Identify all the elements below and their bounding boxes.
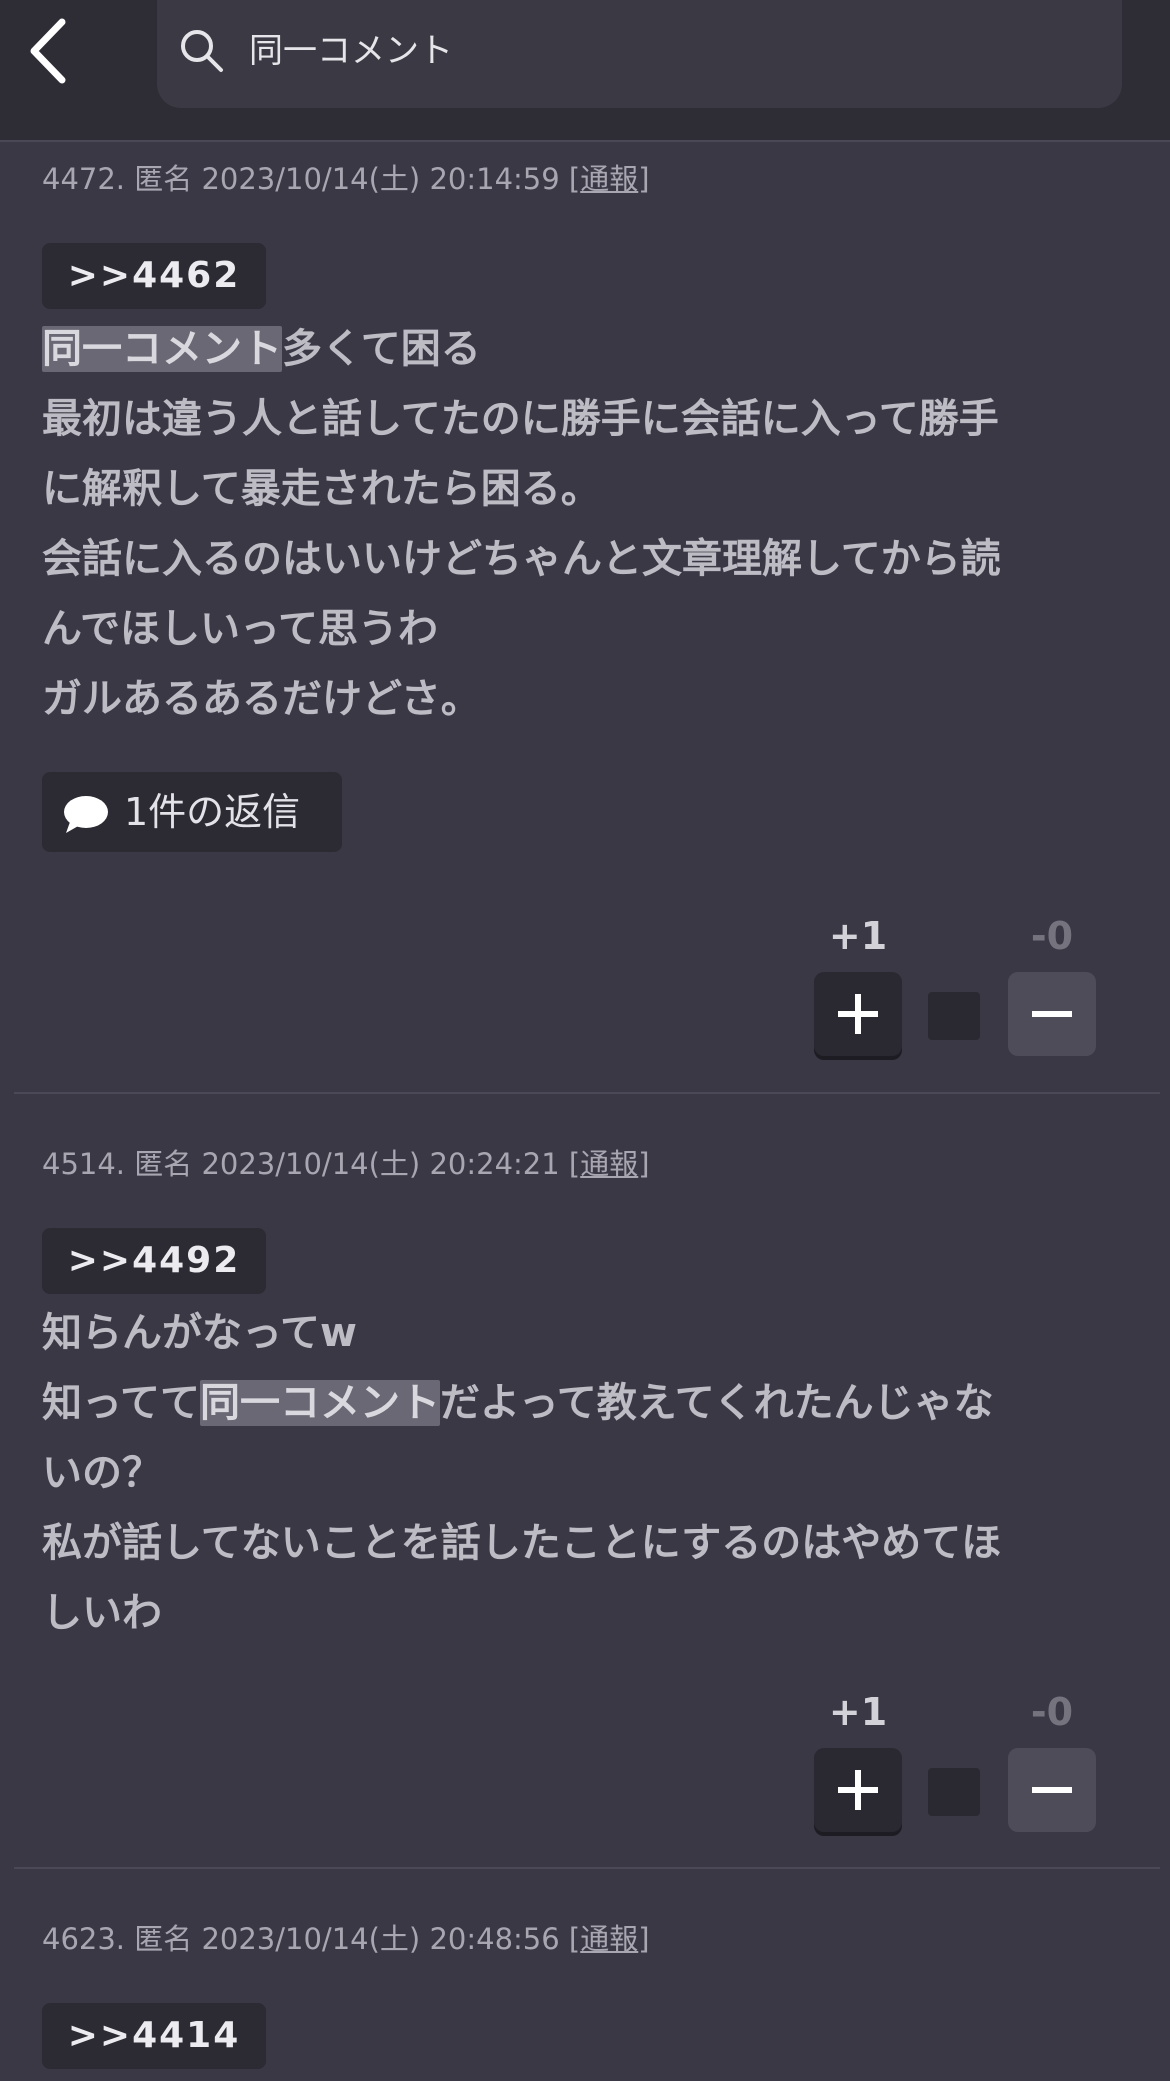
comment-line: 私が話してないことを話したことにするのはやめてほ [42,1520,1002,1566]
post-header-text: 4623. 匿名 2023/10/14(土) 20:48:56 [ [42,1922,581,1956]
plus-icon [838,1770,878,1810]
vote-indicator [928,992,980,1040]
top-bar: 同一コメント [0,0,1170,142]
minus-count: -0 [1030,914,1074,958]
post-header-close: ] [638,162,650,196]
post-meta: 4623. 匿名 2023/10/14(土) 20:48:56 [通報] [42,1916,650,1958]
comment-line: ガルあるあるだけどさ。 [42,676,481,722]
comment-text: 知ってて [42,1380,200,1426]
post-header-close: ] [638,1147,650,1181]
minus-vote-button[interactable] [1008,972,1096,1056]
report-link[interactable]: 通報 [580,1147,638,1181]
comment-line: に解釈して暴走されたら困る。 [42,466,601,512]
comment-body: 同一コメント多くて困る 最初は違う人と話してたのに勝手に会話に入って勝手 に解釈… [42,314,1132,734]
chevron-left-icon [30,18,66,84]
back-button[interactable] [18,14,82,88]
search-highlight: 同一コメント [200,1380,440,1426]
minus-count: -0 [1030,1690,1074,1734]
plus-count: +1 [828,914,888,958]
minus-icon [1032,1787,1072,1793]
divider [14,1867,1160,1869]
comment-line: んでほしいって思うわ [42,606,438,652]
comment-text: 多くて困る [282,326,481,372]
reply-anchor-link[interactable]: >>4462 [42,243,266,309]
replies-button[interactable]: 1件の返信 [42,772,342,852]
search-query: 同一コメント [249,31,453,71]
plus-vote-button[interactable] [814,1748,902,1832]
minus-vote-button[interactable] [1008,1748,1096,1832]
comment-line: 最初は違う人と話してたのに勝手に会話に入って勝手 [42,396,999,442]
plus-vote-button[interactable] [814,972,902,1056]
vote-indicator [928,1768,980,1816]
post-meta: 4472. 匿名 2023/10/14(土) 20:14:59 [通報] [42,156,650,198]
speech-bubble-icon [64,796,108,833]
plus-count: +1 [828,1690,888,1734]
reply-anchor-link[interactable]: >>4492 [42,1228,266,1294]
search-input[interactable]: 同一コメント [157,0,1122,108]
plus-icon [838,994,878,1034]
report-link[interactable]: 通報 [580,162,638,196]
comment-line: 知らんがなってw [42,1310,357,1356]
comment-line: しいわ [42,1590,162,1636]
replies-label: 1件の返信 [124,790,301,834]
search-icon [181,30,223,72]
post-header-text: 4514. 匿名 2023/10/14(土) 20:24:21 [ [42,1147,581,1181]
divider [14,1092,1160,1094]
comment-text: だよって教えてくれたんじゃな [440,1380,994,1426]
post-header-text: 4472. 匿名 2023/10/14(土) 20:14:59 [ [42,162,581,196]
comment-body: 知らんがなってw 知ってて同一コメントだよって教えてくれたんじゃな いの？ 私が… [42,1298,1132,1648]
comment-line: 知ってて同一コメントだよって教えてくれたんじゃな [42,1368,1132,1438]
search-highlight: 同一コメント [42,326,282,372]
report-link[interactable]: 通報 [580,1922,638,1956]
reply-anchor-link[interactable]: >>4414 [42,2003,266,2069]
comment-line: 同一コメント多くて困る [42,314,1132,384]
post-header-close: ] [638,1922,650,1956]
minus-icon [1032,1011,1072,1017]
comment-line: いの？ [42,1450,162,1496]
comment-line: 会話に入るのはいいけどちゃんと文章理解してから読 [42,536,1001,582]
post-meta: 4514. 匿名 2023/10/14(土) 20:24:21 [通報] [42,1141,650,1183]
